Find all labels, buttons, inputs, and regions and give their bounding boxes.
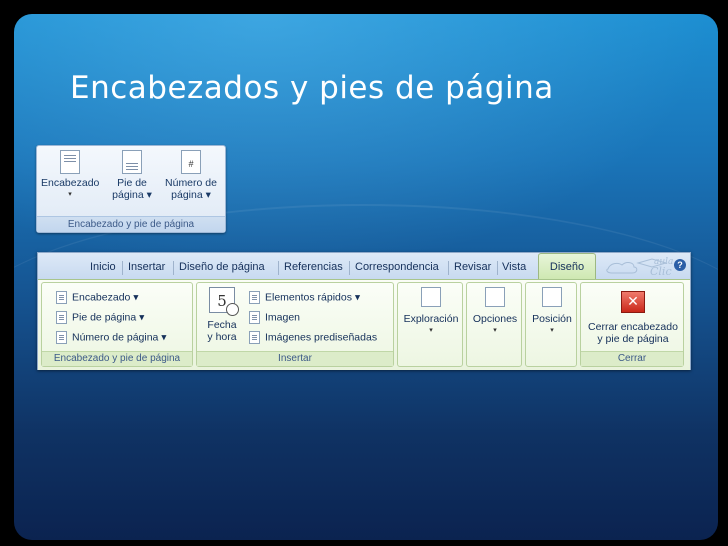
slide-title: Encabezados y pies de página	[70, 70, 554, 106]
tab-diseno[interactable]: Diseño	[538, 253, 596, 279]
ribbon: Inicio Insertar Diseño de página Referen…	[37, 252, 691, 370]
tab-inicio[interactable]: Inicio	[90, 261, 116, 273]
tab-diseno-pagina[interactable]: Diseño de página	[179, 261, 265, 273]
close-icon: ✕	[621, 291, 645, 313]
clock-icon	[226, 303, 239, 316]
date-time-label-1: Fecha	[207, 319, 237, 331]
footer-button-label: Pie de	[117, 177, 147, 189]
navigation-label: Exploración	[403, 313, 459, 325]
header-dropdown-label: Encabezado ▾	[72, 291, 139, 304]
header-icon	[60, 150, 80, 174]
group-label: Insertar	[197, 351, 393, 366]
page-number-icon: #	[181, 150, 201, 174]
page-number-button-label: Número de	[165, 177, 217, 189]
date-time-button[interactable]: 5 Fecha y hora	[200, 287, 244, 343]
page-number-dropdown-label: Número de página ▾	[72, 331, 167, 344]
logo-text-bottom: Clic	[650, 265, 672, 278]
tab-vista[interactable]: Vista	[502, 261, 526, 273]
tab-diseno-label: Diseño	[549, 261, 585, 273]
group-exploracion[interactable]: Exploración ▾	[397, 282, 463, 367]
close-header-footer-button[interactable]: ✕ Cerrar encabezado y pie de página	[581, 285, 685, 345]
header-icon	[56, 291, 67, 304]
page-number-icon	[56, 331, 67, 344]
group-insertar: 5 Fecha y hora Elementos rápidos ▾ Image…	[196, 282, 394, 367]
footer-dropdown[interactable]: Pie de página ▾	[56, 311, 144, 324]
options-icon	[485, 287, 505, 307]
picture-button[interactable]: Imagen	[249, 311, 300, 324]
footer-icon	[122, 150, 142, 174]
page-number-button[interactable]: # Número de página ▾	[159, 150, 223, 201]
group-header-footer: Encabezado ▾ Pie de página ▾ Número de p…	[41, 282, 193, 367]
tab-revisar[interactable]: Revisar	[454, 261, 491, 273]
header-button[interactable]: Encabezado ▾	[41, 150, 99, 201]
group-cerrar: ✕ Cerrar encabezado y pie de página Cerr…	[580, 282, 684, 367]
calendar-icon: 5	[209, 287, 239, 316]
group-label: Encabezado y pie de página	[37, 216, 225, 232]
footer-dropdown-label: Pie de página ▾	[72, 311, 145, 324]
ribbon-body: Encabezado ▾ Pie de página ▾ Número de p…	[38, 279, 690, 370]
clip-art-icon	[249, 331, 260, 344]
group-opciones[interactable]: Opciones ▾	[466, 282, 522, 367]
position-icon	[542, 287, 562, 307]
options-label: Opciones	[472, 313, 518, 325]
date-time-label-2: y hora	[207, 331, 237, 343]
footer-icon	[56, 311, 67, 324]
clip-art-label: Imágenes prediseñadas	[265, 331, 378, 344]
footer-button-label-2: página ▾	[112, 189, 152, 201]
close-label-2: y pie de página	[597, 333, 669, 345]
ribbon-tabs: Inicio Insertar Diseño de página Referen…	[38, 253, 690, 279]
tab-correspondencia[interactable]: Correspondencia	[355, 261, 439, 273]
position-label: Posición	[532, 313, 572, 325]
group-label: Cerrar	[581, 351, 683, 366]
footer-button[interactable]: Pie de página ▾	[107, 150, 157, 201]
slide: Encabezados y pies de página Encabezado …	[0, 0, 728, 546]
group-label: Encabezado y pie de página	[42, 351, 192, 366]
close-label-1: Cerrar encabezado	[588, 321, 678, 333]
quick-parts-icon	[249, 291, 260, 304]
aulaclic-logo: aula Clic	[606, 257, 673, 278]
header-dropdown[interactable]: Encabezado ▾	[56, 291, 139, 304]
tab-insertar[interactable]: Insertar	[128, 261, 165, 273]
options-button[interactable]: Opciones ▾	[467, 287, 523, 337]
page-number-button-label-2: página ▾	[171, 189, 211, 201]
chevron-down-icon: ▾	[68, 191, 72, 198]
chevron-down-icon: ▾	[550, 327, 554, 334]
position-button[interactable]: Posición ▾	[526, 287, 578, 337]
chevron-down-icon: ▾	[493, 327, 497, 334]
quick-parts-label: Elementos rápidos ▾	[265, 291, 361, 304]
page-number-dropdown[interactable]: Número de página ▾	[56, 331, 167, 344]
header-button-label: Encabezado	[41, 177, 100, 189]
help-icon[interactable]: ?	[674, 259, 686, 271]
picture-icon	[249, 311, 260, 324]
group-posicion[interactable]: Posición ▾	[525, 282, 577, 367]
navigation-icon	[421, 287, 441, 307]
tab-referencias[interactable]: Referencias	[284, 261, 343, 273]
quick-parts-dropdown[interactable]: Elementos rápidos ▾	[249, 291, 360, 304]
clip-art-button[interactable]: Imágenes prediseñadas	[249, 331, 377, 344]
chevron-down-icon: ▾	[429, 327, 433, 334]
header-footer-group-small: Encabezado ▾ Pie de página ▾ # Número de…	[36, 145, 226, 233]
picture-label: Imagen	[265, 311, 301, 324]
navigation-button[interactable]: Exploración ▾	[398, 287, 464, 337]
